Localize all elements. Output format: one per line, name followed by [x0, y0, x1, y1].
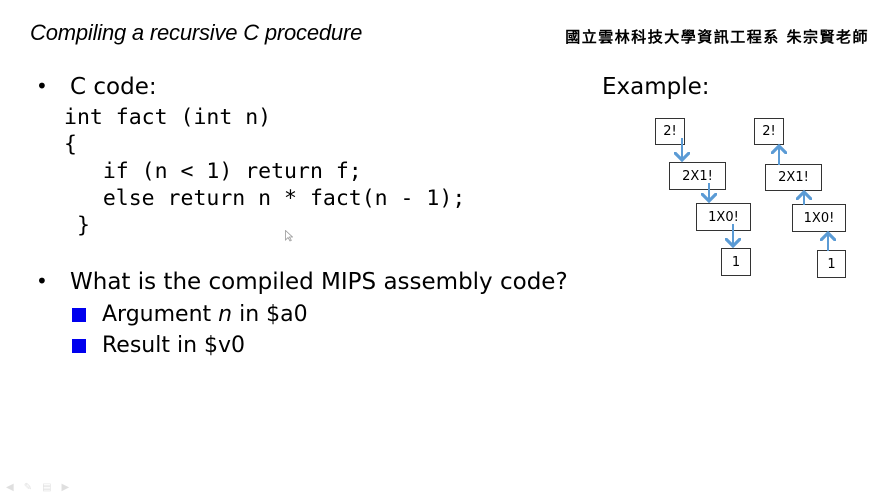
left-box-2-fact: 2! — [655, 118, 685, 145]
code-line: int fact (int n) — [64, 105, 272, 130]
code-line: } — [64, 213, 90, 238]
left-box-2x1-fact: 2X1! — [669, 162, 726, 190]
left-box-1: 1 — [721, 248, 751, 276]
affiliation-label: 國立雲林科技大學資訊工程系 朱宗賢老師 — [565, 28, 869, 46]
slide-title: Compiling a recursive C procedure — [30, 20, 363, 45]
bullet-dot-icon: • — [36, 74, 48, 98]
prev-icon[interactable]: ◀ — [6, 482, 14, 493]
pen-icon[interactable]: ✎ — [24, 482, 32, 493]
code-block: int fact (int n){ if (n < 1) return f; e… — [64, 104, 465, 239]
slideshow-nav: ◀ ✎ ▤ ▶ — [6, 482, 69, 493]
bullet-label: C code: — [70, 74, 157, 100]
code-line: if (n < 1) return f; — [64, 159, 362, 184]
sub-bullet-text: Result in $v0 — [102, 333, 246, 358]
mouse-cursor-icon — [285, 230, 293, 242]
text-suffix: in $a0 — [232, 302, 308, 327]
left-box-1x0-fact: 1X0! — [696, 203, 751, 231]
right-box-1: 1 — [817, 250, 846, 278]
text-prefix: Argument — [102, 302, 219, 327]
square-bullet-icon — [72, 308, 86, 322]
code-line: else return n * fact(n - 1); — [64, 186, 466, 211]
bullet-dot-icon: • — [36, 269, 48, 293]
sub-bullet-text: Argument n in $a0 — [102, 302, 308, 327]
menu-icon[interactable]: ▤ — [42, 482, 51, 493]
text-italic: n — [218, 302, 233, 327]
right-box-2-fact: 2! — [754, 118, 784, 145]
next-icon[interactable]: ▶ — [62, 482, 70, 493]
right-box-2x1-fact: 2X1! — [765, 164, 822, 191]
square-bullet-icon — [72, 339, 86, 353]
bullet-label: What is the compiled MIPS assembly code? — [70, 269, 568, 295]
right-box-1x0-fact: 1X0! — [792, 204, 846, 232]
code-line: { — [64, 132, 77, 157]
example-label: Example: — [602, 74, 710, 100]
